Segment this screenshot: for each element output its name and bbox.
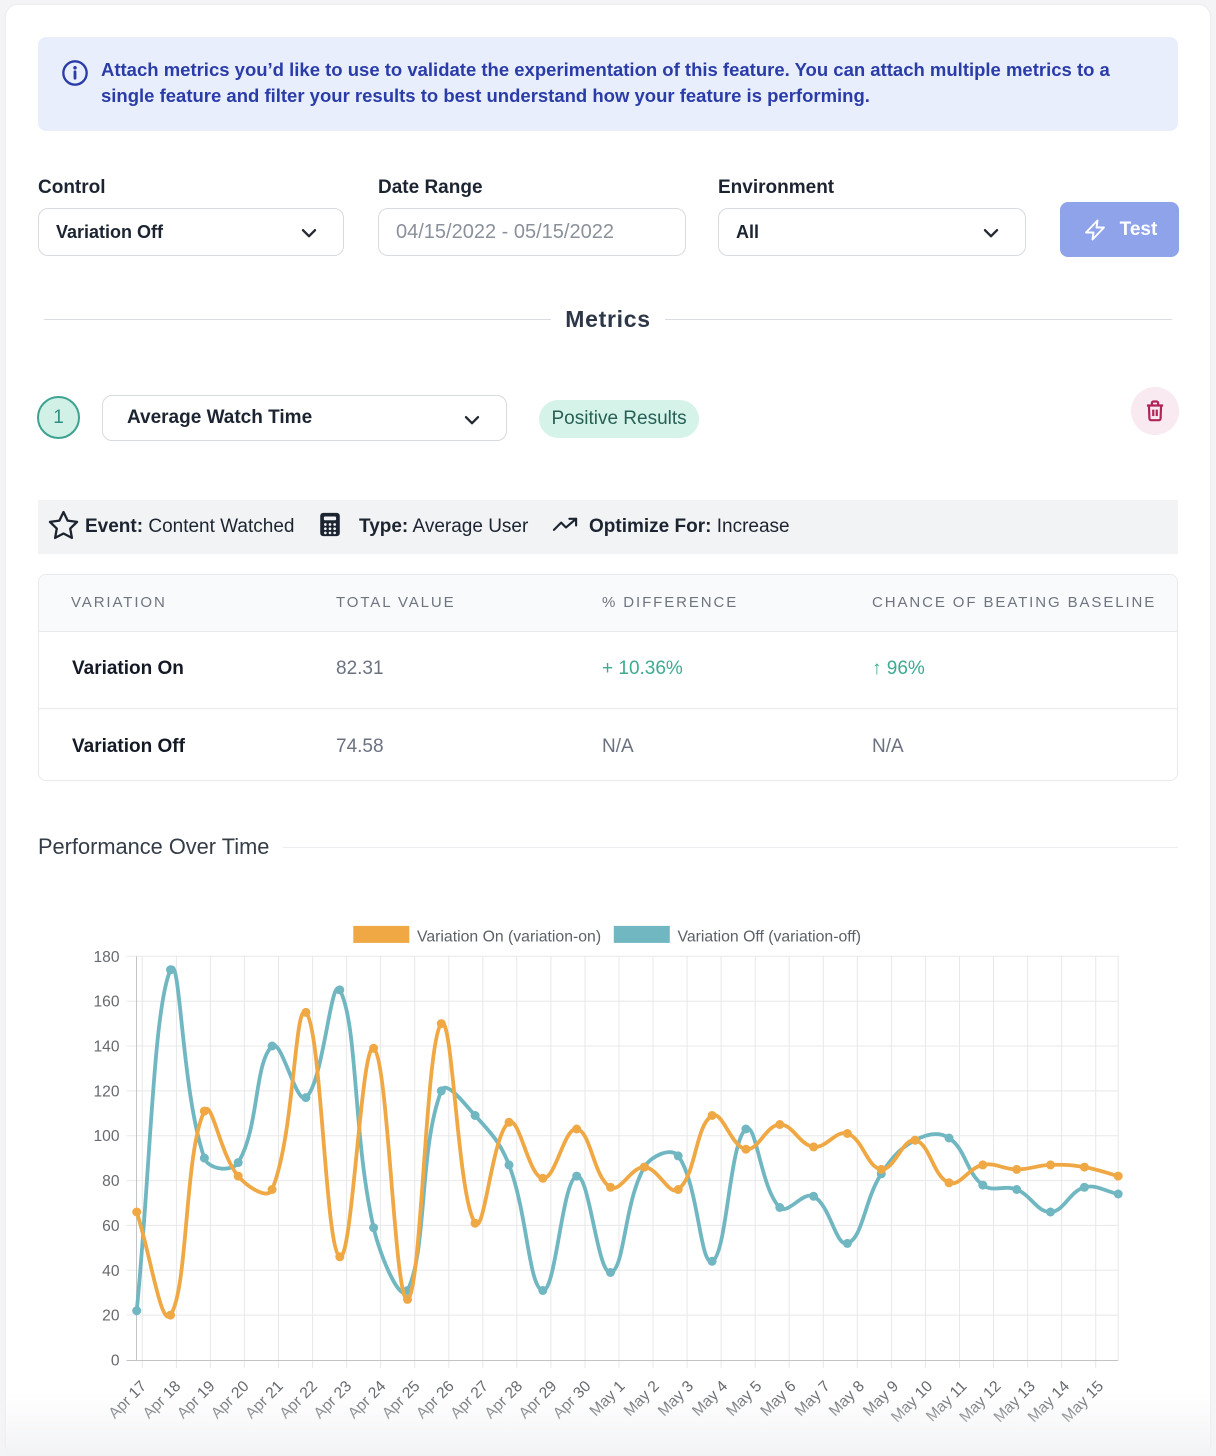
svg-text:80: 80: [102, 1173, 120, 1190]
svg-text:Variation Off (variation-off): Variation Off (variation-off): [678, 929, 862, 946]
svg-text:Variation On (variation-on): Variation On (variation-on): [417, 929, 601, 946]
svg-text:160: 160: [93, 994, 119, 1011]
svg-text:0: 0: [111, 1353, 120, 1370]
svg-text:20: 20: [102, 1308, 120, 1325]
svg-text:120: 120: [93, 1083, 119, 1100]
svg-text:100: 100: [93, 1128, 119, 1145]
svg-text:180: 180: [93, 949, 119, 966]
svg-text:40: 40: [102, 1263, 120, 1280]
svg-text:140: 140: [93, 1039, 119, 1056]
svg-text:60: 60: [102, 1218, 120, 1235]
